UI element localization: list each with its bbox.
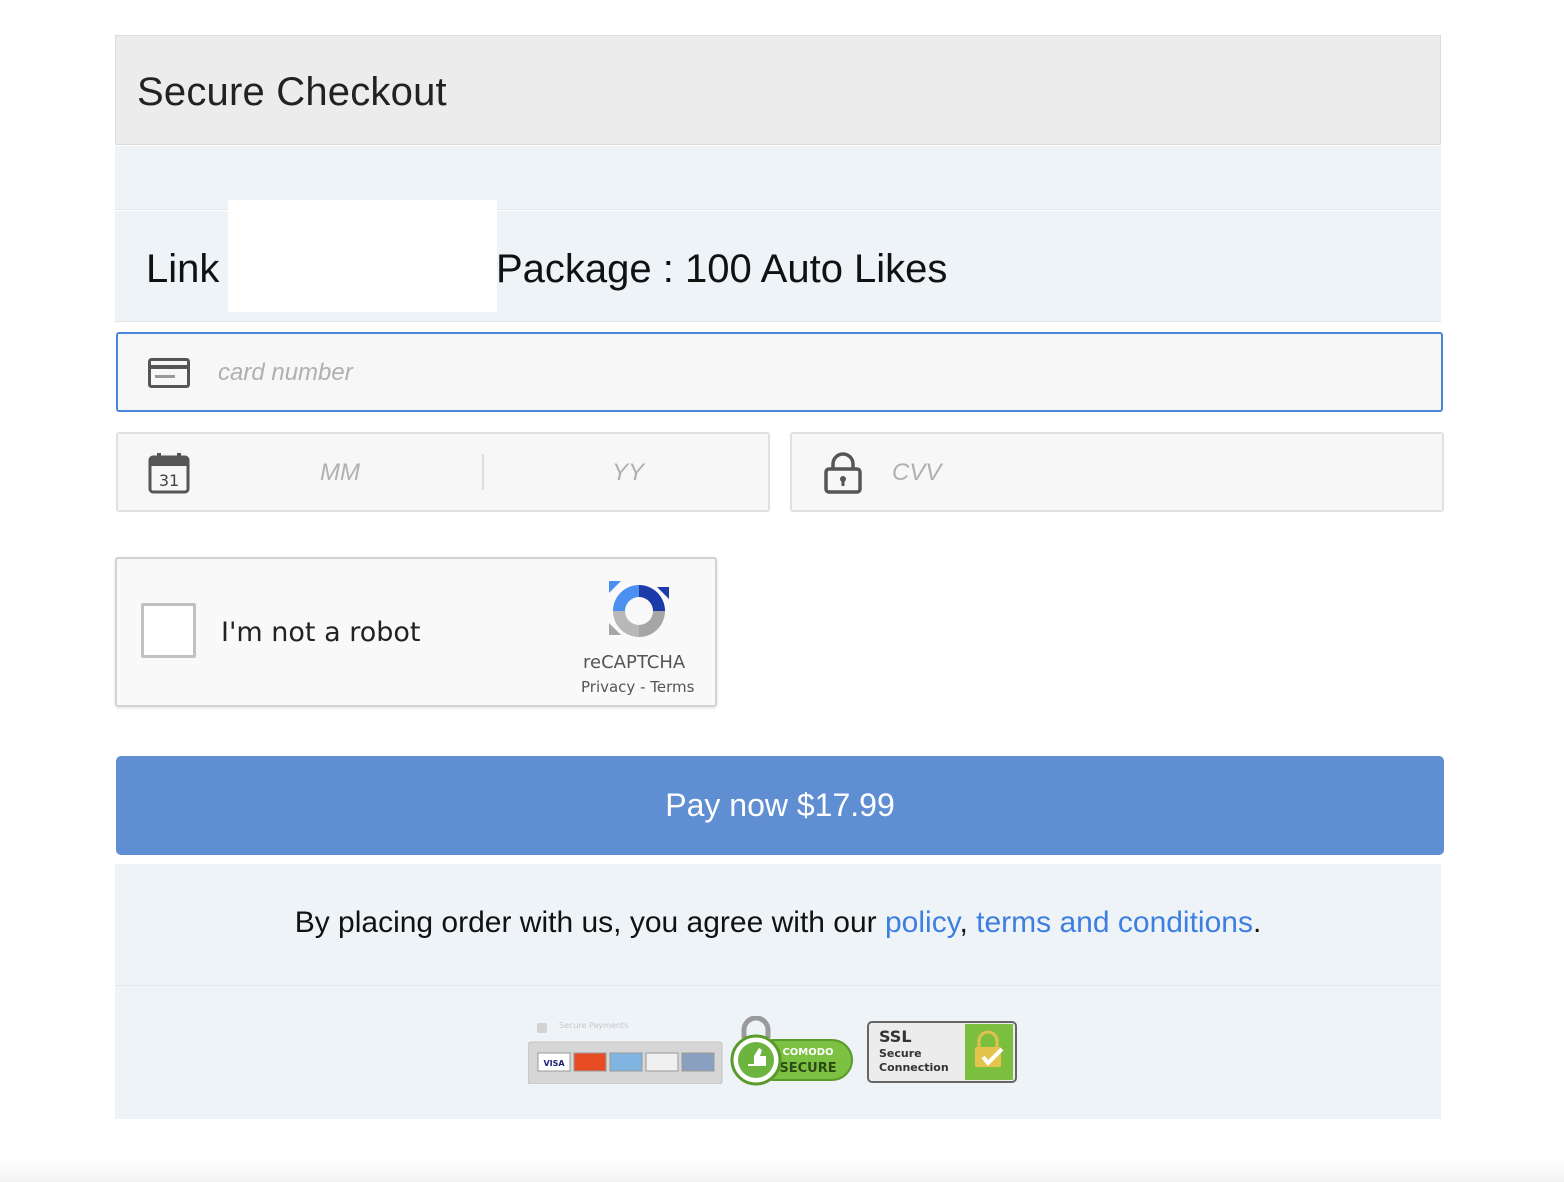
agreement-text: By placing order with us, you agree with…: [115, 906, 1441, 940]
secure-payments-text: Secure Payments: [559, 1021, 628, 1030]
recaptcha-privacy-link[interactable]: Privacy: [581, 678, 635, 696]
ssl-line1: SSL: [879, 1027, 912, 1046]
recaptcha-links: Privacy - Terms: [581, 678, 694, 696]
cvv-field[interactable]: CVV: [790, 432, 1444, 512]
ssl-secure-badge: SSL Secure Connection: [867, 1021, 1017, 1083]
package-label: Package : 100 Auto Likes: [496, 247, 948, 291]
recaptcha-label: I'm not a robot: [221, 617, 421, 648]
recaptcha-widget: I'm not a robot reCAPTCHA Privacy - Term…: [115, 557, 717, 707]
recaptcha-terms-link[interactable]: Terms: [650, 678, 694, 696]
visa-text: VISA: [543, 1059, 565, 1068]
comodo-top-text: COMODO: [782, 1047, 833, 1058]
agreement-suffix: .: [1252, 906, 1262, 939]
link-label: Link: [146, 247, 220, 291]
card-number-field[interactable]: card number: [116, 332, 1443, 412]
agreement-prefix: By placing order with us, you agree with…: [294, 906, 885, 939]
terms-link[interactable]: terms and conditions: [976, 906, 1253, 939]
recaptcha-checkbox[interactable]: [141, 603, 196, 658]
expiry-field[interactable]: 31 MM YY: [116, 432, 770, 512]
credit-card-icon: [148, 358, 190, 388]
recaptcha-dash: -: [640, 678, 646, 696]
secure-payments-badge: Secure Payments VISA: [528, 1021, 723, 1084]
ssl-line2: Secure: [879, 1047, 922, 1060]
calendar-day: 31: [159, 471, 179, 490]
page-title: Secure Checkout: [137, 70, 447, 114]
calendar-icon: 31: [148, 453, 190, 494]
trust-badges: Secure Payments VISA COMODO SECURE SSL S…: [115, 986, 1441, 1119]
comodo-bottom-text: SECURE: [779, 1061, 836, 1076]
pay-now-button[interactable]: Pay now $17.99: [116, 756, 1444, 855]
cvv-placeholder: CVV: [892, 459, 942, 486]
policy-link[interactable]: policy: [885, 906, 959, 939]
order-summary: Link Package : 100 Auto Likes: [115, 200, 1441, 322]
recaptcha-logo-icon: [609, 581, 669, 637]
month-input[interactable]: MM: [320, 459, 360, 487]
comodo-secure-badge: COMODO SECURE: [730, 1016, 853, 1086]
redacted-link: [228, 200, 497, 312]
ssl-line3: Connection: [879, 1061, 949, 1074]
recaptcha-brand: reCAPTCHA: [583, 652, 686, 673]
agreement-band: By placing order with us, you agree with…: [115, 864, 1441, 986]
expiry-divider: [482, 454, 484, 490]
page-bottom-edge: [0, 1158, 1564, 1182]
agreement-comma: ,: [959, 906, 977, 939]
year-input[interactable]: YY: [612, 459, 644, 487]
card-number-placeholder: card number: [218, 359, 353, 386]
lock-icon: [824, 452, 862, 494]
checkout-header: Secure Checkout: [115, 35, 1441, 145]
